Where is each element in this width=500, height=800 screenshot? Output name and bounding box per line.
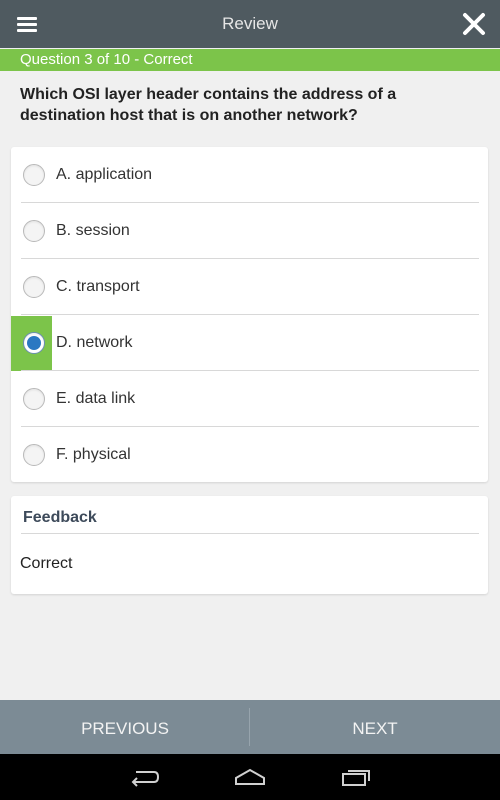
radio-button[interactable] xyxy=(23,220,45,242)
radio-button[interactable] xyxy=(23,444,45,466)
app-header: Review xyxy=(0,0,500,48)
page-title: Review xyxy=(222,14,278,33)
next-button[interactable]: NEXT xyxy=(250,700,500,754)
close-icon[interactable] xyxy=(460,10,488,38)
option-e[interactable]: E. data link xyxy=(11,371,488,427)
home-icon[interactable] xyxy=(233,767,267,792)
option-f[interactable]: F. physical xyxy=(11,427,488,483)
option-label: B. session xyxy=(56,222,130,239)
option-label: F. physical xyxy=(56,446,131,463)
radio-button[interactable] xyxy=(23,164,45,186)
system-navigation-bar xyxy=(0,754,500,800)
feedback-text: Correct xyxy=(20,555,73,572)
option-c[interactable]: C. transport xyxy=(11,259,488,315)
option-label: C. transport xyxy=(56,278,140,295)
option-label: A. application xyxy=(56,166,153,183)
option-label: D. network xyxy=(56,334,133,351)
option-a[interactable]: A. application xyxy=(11,147,488,203)
option-b[interactable]: B. session xyxy=(11,203,488,259)
option-label: E. data link xyxy=(56,390,136,407)
recent-apps-icon[interactable] xyxy=(340,767,372,792)
feedback-title: Feedback xyxy=(23,509,97,526)
option-d[interactable]: D. network xyxy=(11,315,488,371)
radio-button[interactable] xyxy=(23,276,45,298)
answer-options-card: A. application B. session C. transport D… xyxy=(11,147,488,482)
back-icon[interactable] xyxy=(128,767,160,792)
bottom-navigation: PREVIOUS NEXT xyxy=(0,700,500,754)
previous-button[interactable]: PREVIOUS xyxy=(0,700,250,754)
feedback-card: Feedback Correct xyxy=(11,496,488,594)
divider xyxy=(21,533,479,534)
question-status-bar: Question 3 of 10 - Correct xyxy=(0,49,500,71)
radio-button[interactable] xyxy=(23,388,45,410)
question-text: Which OSI layer header contains the addr… xyxy=(20,86,397,124)
radio-button-selected[interactable] xyxy=(23,332,45,354)
